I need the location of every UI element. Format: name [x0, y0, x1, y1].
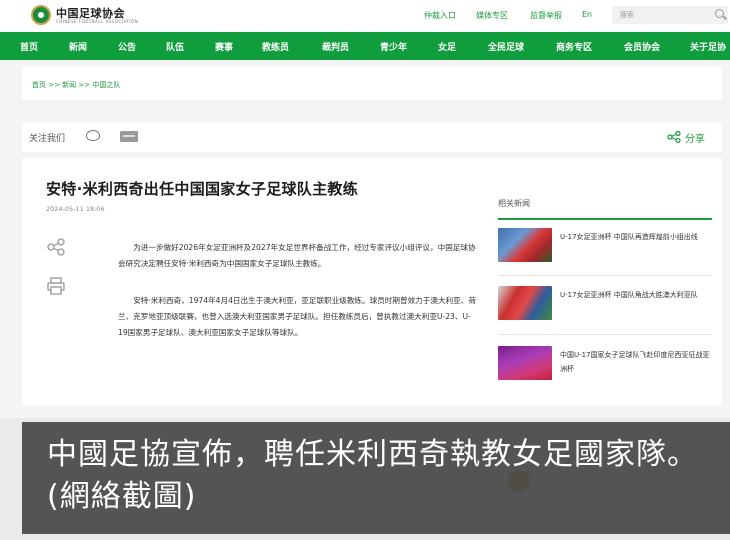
share-button[interactable]: 分享 — [685, 130, 705, 145]
nav-item-notices[interactable]: 公告 — [118, 40, 136, 53]
nav-item-news[interactable]: 新闻 — [69, 40, 87, 53]
news-link[interactable]: 中国U-17国家女子足球队飞赴印度尼西亚征战亚洲杯 — [560, 348, 712, 376]
divider — [498, 275, 712, 276]
share-icon[interactable] — [46, 238, 66, 256]
top-link-arbitration[interactable]: 仲裁入口 — [424, 10, 456, 21]
cfa-logo-icon[interactable] — [31, 5, 51, 25]
top-link-english[interactable]: En — [582, 10, 592, 19]
article: 安特·米利西奇出任中国国家女子足球队主教练 2024-05-11 18:06 为… — [22, 158, 492, 406]
nav-item-referees[interactable]: 裁判员 — [322, 40, 349, 53]
related-news: 相关新闻 U-17女足亚洲杯 中国队再造辉煌前小组出线 U-17女足亚洲杯 中国… — [492, 158, 722, 406]
nav-item-business[interactable]: 商务专区 — [556, 40, 592, 53]
weibo-icon[interactable] — [86, 130, 100, 141]
print-icon[interactable] — [46, 276, 66, 296]
logo-subtext: CHINESE FOOTBALL ASSOCIATION — [56, 19, 139, 24]
nav-item-youth[interactable]: 青少年 — [380, 40, 407, 53]
search-icon[interactable] — [715, 9, 724, 18]
share-bar: 关注我们 分享 — [22, 122, 722, 152]
news-thumbnail[interactable] — [498, 346, 552, 380]
page: 中国足球协会 CHINESE FOOTBALL ASSOCIATION 仲裁入口… — [0, 0, 730, 540]
nav-item-matches[interactable]: 赛事 — [215, 40, 233, 53]
nav-item-teams[interactable]: 队伍 — [166, 40, 184, 53]
nav-item-about[interactable]: 关于足协 — [690, 40, 726, 53]
nav-item-grassroots[interactable]: 全民足球 — [488, 40, 524, 53]
site-header: 中国足球协会 CHINESE FOOTBALL ASSOCIATION 仲裁入口… — [0, 0, 730, 32]
news-link[interactable]: U-17女足亚洲杯 中国队再造辉煌前小组出线 — [560, 230, 712, 244]
news-thumbnail[interactable] — [498, 228, 552, 262]
caption-overlay: 中國足協宣佈，聘任米利西奇執教女足國家隊。(網絡截圖) — [22, 422, 730, 534]
nav-item-coaches[interactable]: 教练员 — [262, 40, 289, 53]
article-paragraph: 为进一步做好2026年女足亚洲杯及2027年女足世界杯备战工作，经过专家评议小组… — [118, 243, 476, 268]
search-input[interactable]: 搜索 — [612, 6, 728, 24]
search-placeholder: 搜索 — [620, 11, 634, 19]
top-link-report[interactable]: 监督举报 — [530, 10, 562, 21]
top-link-media[interactable]: 媒体专区 — [476, 10, 508, 21]
breadcrumb-bar: 首页 >> 新闻 >> 中国之队 — [22, 66, 722, 100]
list-item[interactable]: 中国U-17国家女子足球队飞赴印度尼西亚征战亚洲杯 — [498, 342, 712, 386]
news-link[interactable]: U-17女足亚洲杯 中国队角战大胜澳大利亚队 — [560, 288, 712, 302]
related-news-title: 相关新闻 — [498, 199, 530, 208]
breadcrumb[interactable]: 首页 >> 新闻 >> 中国之队 — [32, 80, 120, 90]
article-paragraph: 安特·米利西奇，1974年4月4日出生于澳大利亚，亚足联职业级教练。球员时期曾效… — [118, 296, 476, 337]
list-item[interactable]: U-17女足亚洲杯 中国队角战大胜澳大利亚队 — [498, 282, 712, 326]
nav-item-members[interactable]: 会员协会 — [624, 40, 660, 53]
follow-label: 关注我们 — [29, 134, 66, 144]
toutiao-icon[interactable] — [120, 131, 138, 142]
share-icon[interactable] — [667, 131, 681, 143]
divider — [498, 334, 712, 335]
article-title: 安特·米利西奇出任中国国家女子足球队主教练 — [46, 180, 359, 198]
caption-text: 中國足協宣佈，聘任米利西奇執教女足國家隊。(網絡截圖) — [47, 437, 698, 514]
list-item[interactable]: U-17女足亚洲杯 中国队再造辉煌前小组出线 — [498, 224, 712, 268]
nav-item-home[interactable]: 首页 — [20, 40, 38, 53]
main-nav: 首页 新闻 公告 队伍 赛事 教练员 裁判员 青少年 女足 全民足球 商务专区 … — [0, 32, 730, 60]
news-thumbnail[interactable] — [498, 286, 552, 320]
nav-item-womens[interactable]: 女足 — [438, 40, 456, 53]
divider — [498, 218, 712, 220]
article-date: 2024-05-11 18:06 — [46, 205, 105, 213]
